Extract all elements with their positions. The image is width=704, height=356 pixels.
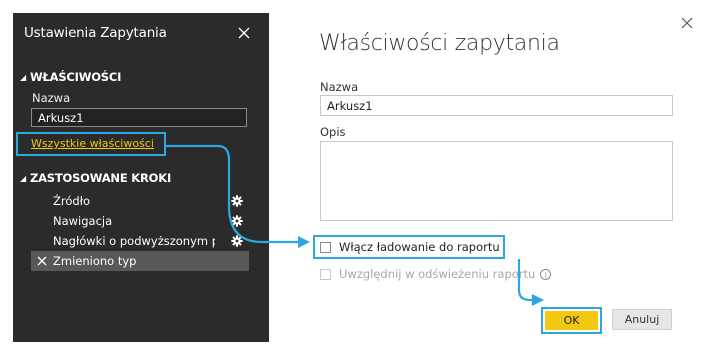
gear-icon[interactable] [231,195,243,207]
applied-steps-header-label: ZASTOSOWANE KROKI [29,171,172,185]
applied-steps-section-header[interactable]: ◢ ZASTOSOWANE KROKI [20,171,171,185]
gear-icon[interactable] [231,235,243,247]
load-to-report-row[interactable]: Włącz ładowanie do raportu [320,240,500,254]
gear-icon[interactable] [231,215,243,227]
step-label: Nagłówki o podwyższonym p... [53,234,215,248]
arrowhead-icon [532,294,544,306]
ok-button[interactable]: OK [545,311,598,330]
include-in-refresh-checkbox [320,268,331,280]
properties-section-header[interactable]: ◢ WŁAŚCIWOŚCI [20,70,121,84]
step-changed-type[interactable]: Zmieniono typ [31,251,249,271]
close-icon[interactable] [680,15,694,29]
cancel-button[interactable]: Anuluj [612,309,672,330]
triangle-down-icon: ◢ [20,173,26,183]
load-to-report-checkbox[interactable] [320,241,331,253]
step-label: Zmieniono typ [53,254,137,268]
name-label: Nazwa [320,80,359,94]
query-settings-panel: Ustawienia Zapytania ◢ WŁAŚCIWOŚCI Nazwa… [13,13,269,342]
include-in-refresh-label: Uwzględnij w odświeżeniu raportu [339,267,536,281]
step-label: Źródło [53,194,90,208]
step-navigation[interactable]: Nawigacja [31,211,249,231]
applied-steps-list: Źródło Nawigacja Nagłówki o podwyższonym… [31,191,249,271]
close-icon[interactable] [237,26,253,42]
step-promoted-headers[interactable]: Nagłówki o podwyższonym p... [31,231,249,251]
name-input[interactable] [31,108,247,127]
step-source[interactable]: Źródło [31,191,249,211]
panel-title: Ustawienia Zapytania [24,25,167,41]
include-in-refresh-row: Uwzględnij w odświeżeniu raportu i [320,267,552,281]
dialog-title: Właściwości zapytania [319,31,560,56]
triangle-down-icon: ◢ [20,72,26,82]
name-label: Nazwa [32,91,71,105]
load-to-report-label: Włącz ładowanie do raportu [339,240,500,254]
all-properties-link[interactable]: Wszystkie właściwości [31,137,154,150]
arrowhead-icon [298,236,310,248]
x-mark-icon[interactable] [37,256,47,266]
description-label: Opis [320,125,346,139]
properties-header-label: WŁAŚCIWOŚCI [29,70,122,84]
description-field[interactable] [320,141,673,221]
info-icon[interactable]: i [540,268,552,280]
query-name-field[interactable] [320,95,673,116]
step-label: Nawigacja [53,214,113,228]
